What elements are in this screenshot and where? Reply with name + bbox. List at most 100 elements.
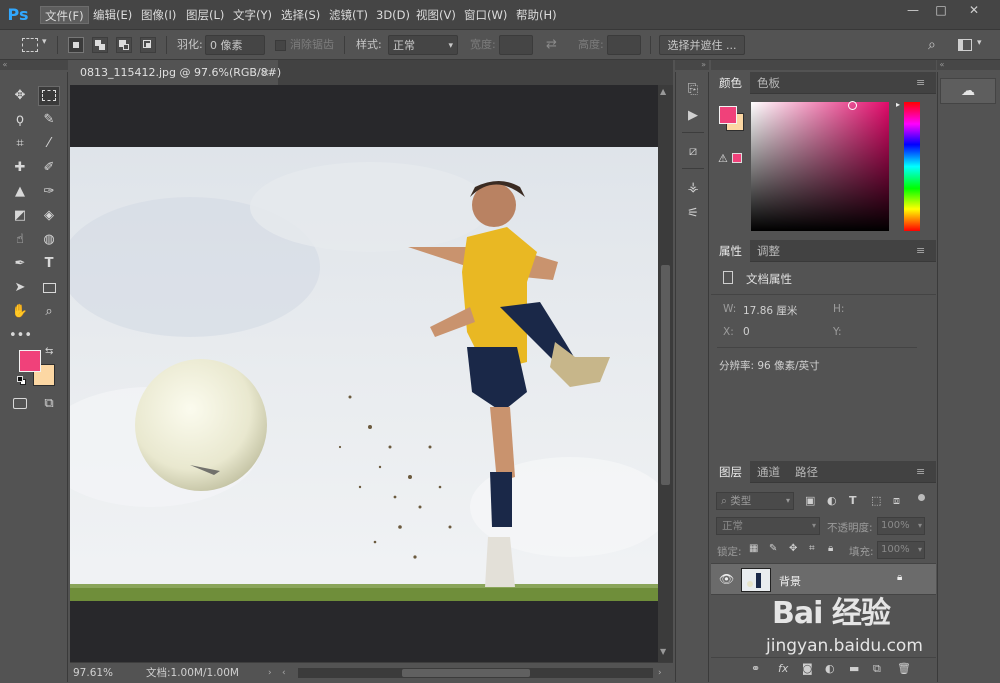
creative-cloud-libraries-icon[interactable]: ☁ xyxy=(940,78,996,104)
canvas-image[interactable] xyxy=(70,147,658,601)
filter-adjustment-icon[interactable]: ◐ xyxy=(827,494,837,507)
panel-menu-icon[interactable]: ≡ xyxy=(916,466,928,478)
filter-smart-object-icon[interactable]: ⧈ xyxy=(893,494,900,508)
search-icon[interactable]: ⌕ xyxy=(928,35,936,55)
tab-swatches[interactable]: 色板 xyxy=(749,72,788,94)
filter-shape-icon[interactable]: ⬚ xyxy=(871,494,881,507)
status-menu-arrow-icon[interactable]: › xyxy=(268,663,272,683)
brushes-icon[interactable]: ⚶ xyxy=(676,176,710,200)
pen-tool-icon[interactable]: ✒ xyxy=(9,254,31,274)
hue-slider-marker-icon[interactable]: ▸ xyxy=(896,100,900,109)
menu-type[interactable]: 文字(Y) xyxy=(229,6,276,24)
paint-bucket-icon[interactable]: ◈ xyxy=(38,206,60,226)
antialias-checkbox[interactable] xyxy=(275,40,286,51)
gamut-swatch[interactable] xyxy=(732,153,742,163)
lock-position-icon[interactable]: ✥ xyxy=(789,543,797,554)
tab-properties[interactable]: 属性 xyxy=(711,240,750,262)
screen-mode-icon[interactable]: ⧉ xyxy=(38,394,60,414)
document-tab[interactable]: 0813_115412.jpg @ 97.6%(RGB/8#) × xyxy=(70,60,281,85)
new-selection-icon[interactable] xyxy=(68,37,84,53)
color-picker-cursor[interactable] xyxy=(848,101,857,110)
menu-help[interactable]: 帮助(H) xyxy=(512,6,561,24)
layer-name[interactable]: 背景 xyxy=(779,573,801,589)
swap-icon[interactable]: ⇄ xyxy=(546,35,557,55)
zoom-tool-icon[interactable]: ⌕ xyxy=(38,302,60,322)
eye-icon[interactable]: 👁︎ xyxy=(719,572,734,586)
quick-select-tool-icon[interactable]: ✎ xyxy=(38,110,60,130)
quick-mask-icon[interactable] xyxy=(9,394,31,414)
layer-filter-select[interactable]: ⌕ 类型 ▾ xyxy=(716,492,794,510)
menu-file[interactable]: 文件(F) xyxy=(40,6,89,24)
hue-slider[interactable] xyxy=(904,102,920,231)
color-panel-foreground-swatch[interactable] xyxy=(719,106,737,124)
eraser-tool-icon[interactable]: ◩ xyxy=(9,206,31,226)
link-icon[interactable]: ⚭ xyxy=(751,662,760,675)
path-select-icon[interactable]: ➤ xyxy=(9,278,31,298)
w-value[interactable]: 17.86 厘米 xyxy=(743,303,797,318)
rectangle-tool-icon[interactable] xyxy=(38,278,60,298)
move-tool-icon[interactable]: ✥ xyxy=(9,86,31,106)
scroll-right-icon[interactable]: › xyxy=(658,663,662,683)
tab-channels[interactable]: 通道 xyxy=(749,461,788,483)
right-collapse-strip[interactable]: « xyxy=(937,60,1000,70)
filter-type-icon[interactable]: T xyxy=(849,494,857,507)
history-icon[interactable]: ⎘ xyxy=(676,78,710,102)
subtract-selection-icon[interactable] xyxy=(116,37,132,53)
tab-adjustments[interactable]: 调整 xyxy=(749,240,788,262)
smudge-tool-icon[interactable]: ☝ xyxy=(9,230,31,250)
horizontal-scroll-thumb[interactable] xyxy=(402,669,530,677)
crop-tool-icon[interactable]: ⌗ xyxy=(9,134,31,154)
fill-input[interactable]: 100% ▾ xyxy=(877,541,925,559)
workspace-icon[interactable] xyxy=(958,39,972,51)
minimize-button[interactable]: — xyxy=(900,2,926,18)
lock-pixels-icon[interactable]: ✎ xyxy=(769,543,777,554)
scroll-up-icon[interactable]: ▲ xyxy=(660,87,666,96)
menu-image[interactable]: 图像(I) xyxy=(137,6,180,24)
menu-window[interactable]: 窗口(W) xyxy=(460,6,511,24)
actions-play-icon[interactable]: ▶ xyxy=(676,104,710,128)
add-selection-icon[interactable] xyxy=(92,37,108,53)
opacity-input[interactable]: 100% ▾ xyxy=(877,517,925,535)
tab-color[interactable]: 颜色 xyxy=(711,72,750,94)
feather-input[interactable]: 0 像素 xyxy=(205,35,265,55)
chevron-down-icon[interactable]: ▾ xyxy=(42,37,47,47)
intersect-selection-icon[interactable] xyxy=(140,37,156,53)
filter-pixel-icon[interactable]: ▣ xyxy=(805,494,815,507)
panel-menu-icon[interactable]: ≡ xyxy=(916,245,928,257)
marquee-preset-icon[interactable] xyxy=(22,38,38,52)
height-input[interactable] xyxy=(607,35,641,55)
x-value[interactable]: 0 xyxy=(743,326,750,338)
width-input[interactable] xyxy=(499,35,533,55)
panel-collapse-strip[interactable] xyxy=(711,60,936,70)
maximize-button[interactable]: □ xyxy=(928,2,954,18)
toolbar-collapse-strip[interactable]: « xyxy=(0,60,68,70)
hand-tool-icon[interactable]: ✋ xyxy=(9,302,31,322)
document-info[interactable]: 文档:1.00M/1.00M xyxy=(146,663,239,683)
vertical-scroll-thumb[interactable] xyxy=(661,265,670,485)
color-field[interactable] xyxy=(751,101,889,231)
vertical-scrollbar[interactable]: ▲ ▼ xyxy=(658,85,673,662)
scroll-down-icon[interactable]: ▼ xyxy=(660,647,666,656)
type-tool-icon[interactable]: T xyxy=(38,254,60,274)
mid-collapse-strip[interactable]: » xyxy=(675,60,709,70)
filter-toggle-icon[interactable] xyxy=(918,494,925,501)
sponge-tool-icon[interactable]: ◍ xyxy=(38,230,60,250)
close-button[interactable]: ✕ xyxy=(958,2,990,18)
select-and-mask-button[interactable]: 选择并遮住 ... xyxy=(659,35,745,55)
blend-mode-select[interactable]: 正常 ▾ xyxy=(716,517,820,535)
stamp-tool-icon[interactable]: ▲ xyxy=(9,182,31,202)
foreground-color-swatch[interactable] xyxy=(19,350,41,372)
tab-layers[interactable]: 图层 xyxy=(711,461,750,483)
tab-paths[interactable]: 路径 xyxy=(787,461,826,483)
glyphs-icon[interactable]: ⧄ xyxy=(676,140,710,164)
menu-3d[interactable]: 3D(D) xyxy=(372,6,414,24)
lock-artboard-icon[interactable]: ⌗ xyxy=(809,543,815,554)
panel-menu-icon[interactable]: ≡ xyxy=(916,77,928,89)
chevron-down-icon[interactable]: ▾ xyxy=(977,38,982,48)
menu-filter[interactable]: 滤镜(T) xyxy=(325,6,372,24)
style-select[interactable]: 正常 ▾ xyxy=(388,35,458,55)
healing-brush-icon[interactable]: ✚ xyxy=(9,158,31,178)
tool-presets-icon[interactable]: ⚟ xyxy=(676,202,710,226)
menu-edit[interactable]: 编辑(E) xyxy=(89,6,136,24)
default-colors-icon[interactable] xyxy=(17,376,26,385)
